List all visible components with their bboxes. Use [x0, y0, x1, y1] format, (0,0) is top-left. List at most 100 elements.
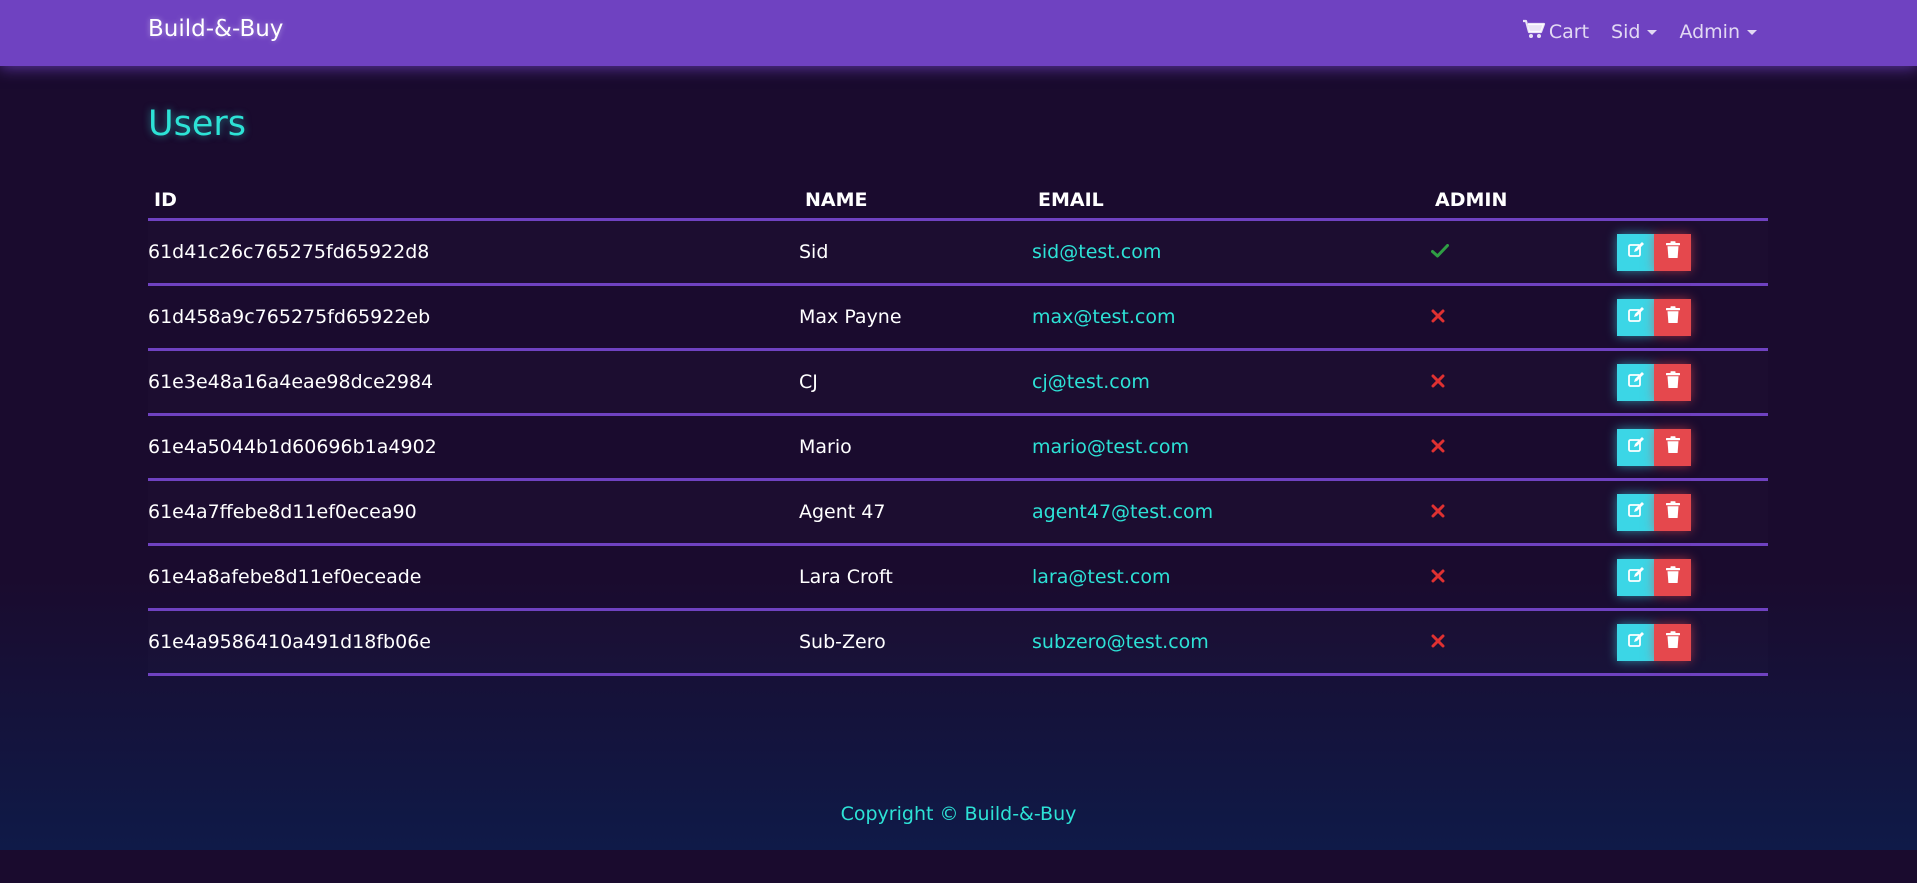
user-email-link[interactable]: mario@test.com — [1032, 436, 1189, 458]
column-header-actions — [1617, 182, 1768, 221]
user-id-cell: 61e4a5044b1d60696b1a4902 — [148, 414, 799, 481]
check-icon — [1431, 241, 1449, 263]
user-actions — [1617, 428, 1691, 466]
user-email-link[interactable]: cj@test.com — [1032, 371, 1150, 393]
cart-label: Cart — [1548, 20, 1590, 43]
user-name-cell: CJ — [799, 349, 1032, 416]
user-dropdown[interactable]: Sid — [1611, 20, 1658, 43]
table-row: 61e4a8afebe8d11ef0eceade Lara Croft lara@t… — [148, 544, 1768, 611]
user-email-link[interactable]: agent47@test.com — [1032, 501, 1213, 523]
user-id-cell: 61e4a8afebe8d11ef0eceade — [148, 544, 799, 611]
delete-user-button[interactable] — [1654, 493, 1691, 531]
user-actions-cell — [1617, 219, 1768, 286]
table-row: 61d458a9c765275fd65922eb Max Payne max@tes… — [148, 284, 1768, 351]
table-row: 61e4a7ffebe8d11ef0ecea90 Agent 47 agent47@… — [148, 479, 1768, 546]
user-actions-cell — [1617, 544, 1768, 611]
chevron-down-icon — [1647, 30, 1658, 35]
user-email-link[interactable]: subzero@test.com — [1032, 631, 1209, 653]
edit-user-button[interactable] — [1617, 363, 1654, 401]
user-id-cell: 61d458a9c765275fd65922eb — [148, 284, 799, 351]
chevron-down-icon — [1747, 30, 1757, 35]
user-name-cell: Sid — [799, 219, 1032, 286]
user-name-cell: Lara Croft — [799, 544, 1032, 611]
edit-user-button[interactable] — [1617, 493, 1654, 531]
trash-icon — [1665, 370, 1681, 394]
user-admin-cell — [1429, 414, 1617, 481]
user-name-cell: Max Payne — [799, 284, 1032, 351]
user-actions-cell — [1617, 414, 1768, 481]
edit-icon — [1627, 241, 1645, 264]
user-email-cell: lara@test.com — [1032, 544, 1429, 611]
table-row: 61e4a9586410a491d18fb06e Sub-Zero subzero@… — [148, 609, 1768, 676]
user-admin-cell — [1429, 284, 1617, 351]
navbar: Build-&-Buy Cart Sid Admin — [0, 0, 1917, 66]
user-email-cell: max@test.com — [1032, 284, 1429, 351]
times-icon — [1431, 566, 1445, 588]
edit-user-button[interactable] — [1617, 428, 1654, 466]
user-actions — [1617, 558, 1691, 596]
column-header-name: NAME — [799, 182, 1032, 221]
page-title: Users — [148, 104, 247, 144]
user-actions-cell — [1617, 479, 1768, 546]
user-email-cell: agent47@test.com — [1032, 479, 1429, 546]
user-email-link[interactable]: max@test.com — [1032, 306, 1176, 328]
user-email-cell: mario@test.com — [1032, 414, 1429, 481]
user-actions — [1617, 363, 1691, 401]
users-table-body: 61d41c26c765275fd65922d8 Sid sid@test.com 6… — [148, 219, 1768, 676]
times-icon — [1431, 501, 1445, 523]
user-actions-cell — [1617, 349, 1768, 416]
delete-user-button[interactable] — [1654, 558, 1691, 596]
delete-user-button[interactable] — [1654, 298, 1691, 336]
trash-icon — [1665, 435, 1681, 459]
edit-icon — [1627, 631, 1645, 654]
edit-user-button[interactable] — [1617, 558, 1654, 596]
user-actions — [1617, 493, 1691, 531]
user-admin-cell — [1429, 349, 1617, 416]
page-bottom-strip — [0, 850, 1917, 883]
delete-user-button[interactable] — [1654, 428, 1691, 466]
user-email-link[interactable]: sid@test.com — [1032, 241, 1161, 263]
user-actions — [1617, 298, 1691, 336]
column-header-email: EMAIL — [1032, 182, 1429, 221]
user-actions-cell — [1617, 284, 1768, 351]
user-email-cell: subzero@test.com — [1032, 609, 1429, 676]
user-actions-cell — [1617, 609, 1768, 676]
trash-icon — [1665, 240, 1681, 264]
user-name-cell: Mario — [799, 414, 1032, 481]
times-icon — [1431, 631, 1445, 653]
user-admin-cell — [1429, 609, 1617, 676]
edit-icon — [1627, 371, 1645, 394]
edit-user-button[interactable] — [1617, 233, 1654, 271]
trash-icon — [1665, 630, 1681, 654]
column-header-admin: ADMIN — [1429, 182, 1617, 221]
admin-dropdown[interactable]: Admin — [1679, 21, 1757, 43]
delete-user-button[interactable] — [1654, 623, 1691, 661]
shopping-cart-icon — [1522, 19, 1546, 44]
edit-user-button[interactable] — [1617, 298, 1654, 336]
delete-user-button[interactable] — [1654, 363, 1691, 401]
edit-user-button[interactable] — [1617, 623, 1654, 661]
user-dropdown-label: Sid — [1611, 20, 1641, 43]
users-table: ID NAME EMAIL ADMIN 61d41c26c765275fd659… — [148, 182, 1768, 676]
cart-link[interactable]: Cart — [1522, 19, 1589, 44]
times-icon — [1431, 371, 1445, 393]
nav-right: Cart Sid Admin — [1522, 19, 1757, 44]
column-header-id: ID — [148, 182, 799, 221]
delete-user-button[interactable] — [1654, 233, 1691, 271]
table-row: 61e4a5044b1d60696b1a4902 Mario mario@test.… — [148, 414, 1768, 481]
table-row: 61e3e48a16a4eae98dce2984 CJ cj@test.com — [148, 349, 1768, 416]
trash-icon — [1665, 305, 1681, 329]
brand-logo[interactable]: Build-&-Buy — [148, 16, 283, 42]
user-actions — [1617, 623, 1691, 661]
edit-icon — [1627, 306, 1645, 329]
user-admin-cell — [1429, 544, 1617, 611]
footer-copyright: Copyright © Build-&-Buy — [840, 803, 1077, 825]
trash-icon — [1665, 565, 1681, 589]
user-id-cell: 61e4a9586410a491d18fb06e — [148, 609, 799, 676]
user-email-link[interactable]: lara@test.com — [1032, 566, 1170, 588]
user-actions — [1617, 233, 1691, 271]
user-email-cell: sid@test.com — [1032, 219, 1429, 286]
edit-icon — [1627, 501, 1645, 524]
user-id-cell: 61e3e48a16a4eae98dce2984 — [148, 349, 799, 416]
user-id-cell: 61e4a7ffebe8d11ef0ecea90 — [148, 479, 799, 546]
